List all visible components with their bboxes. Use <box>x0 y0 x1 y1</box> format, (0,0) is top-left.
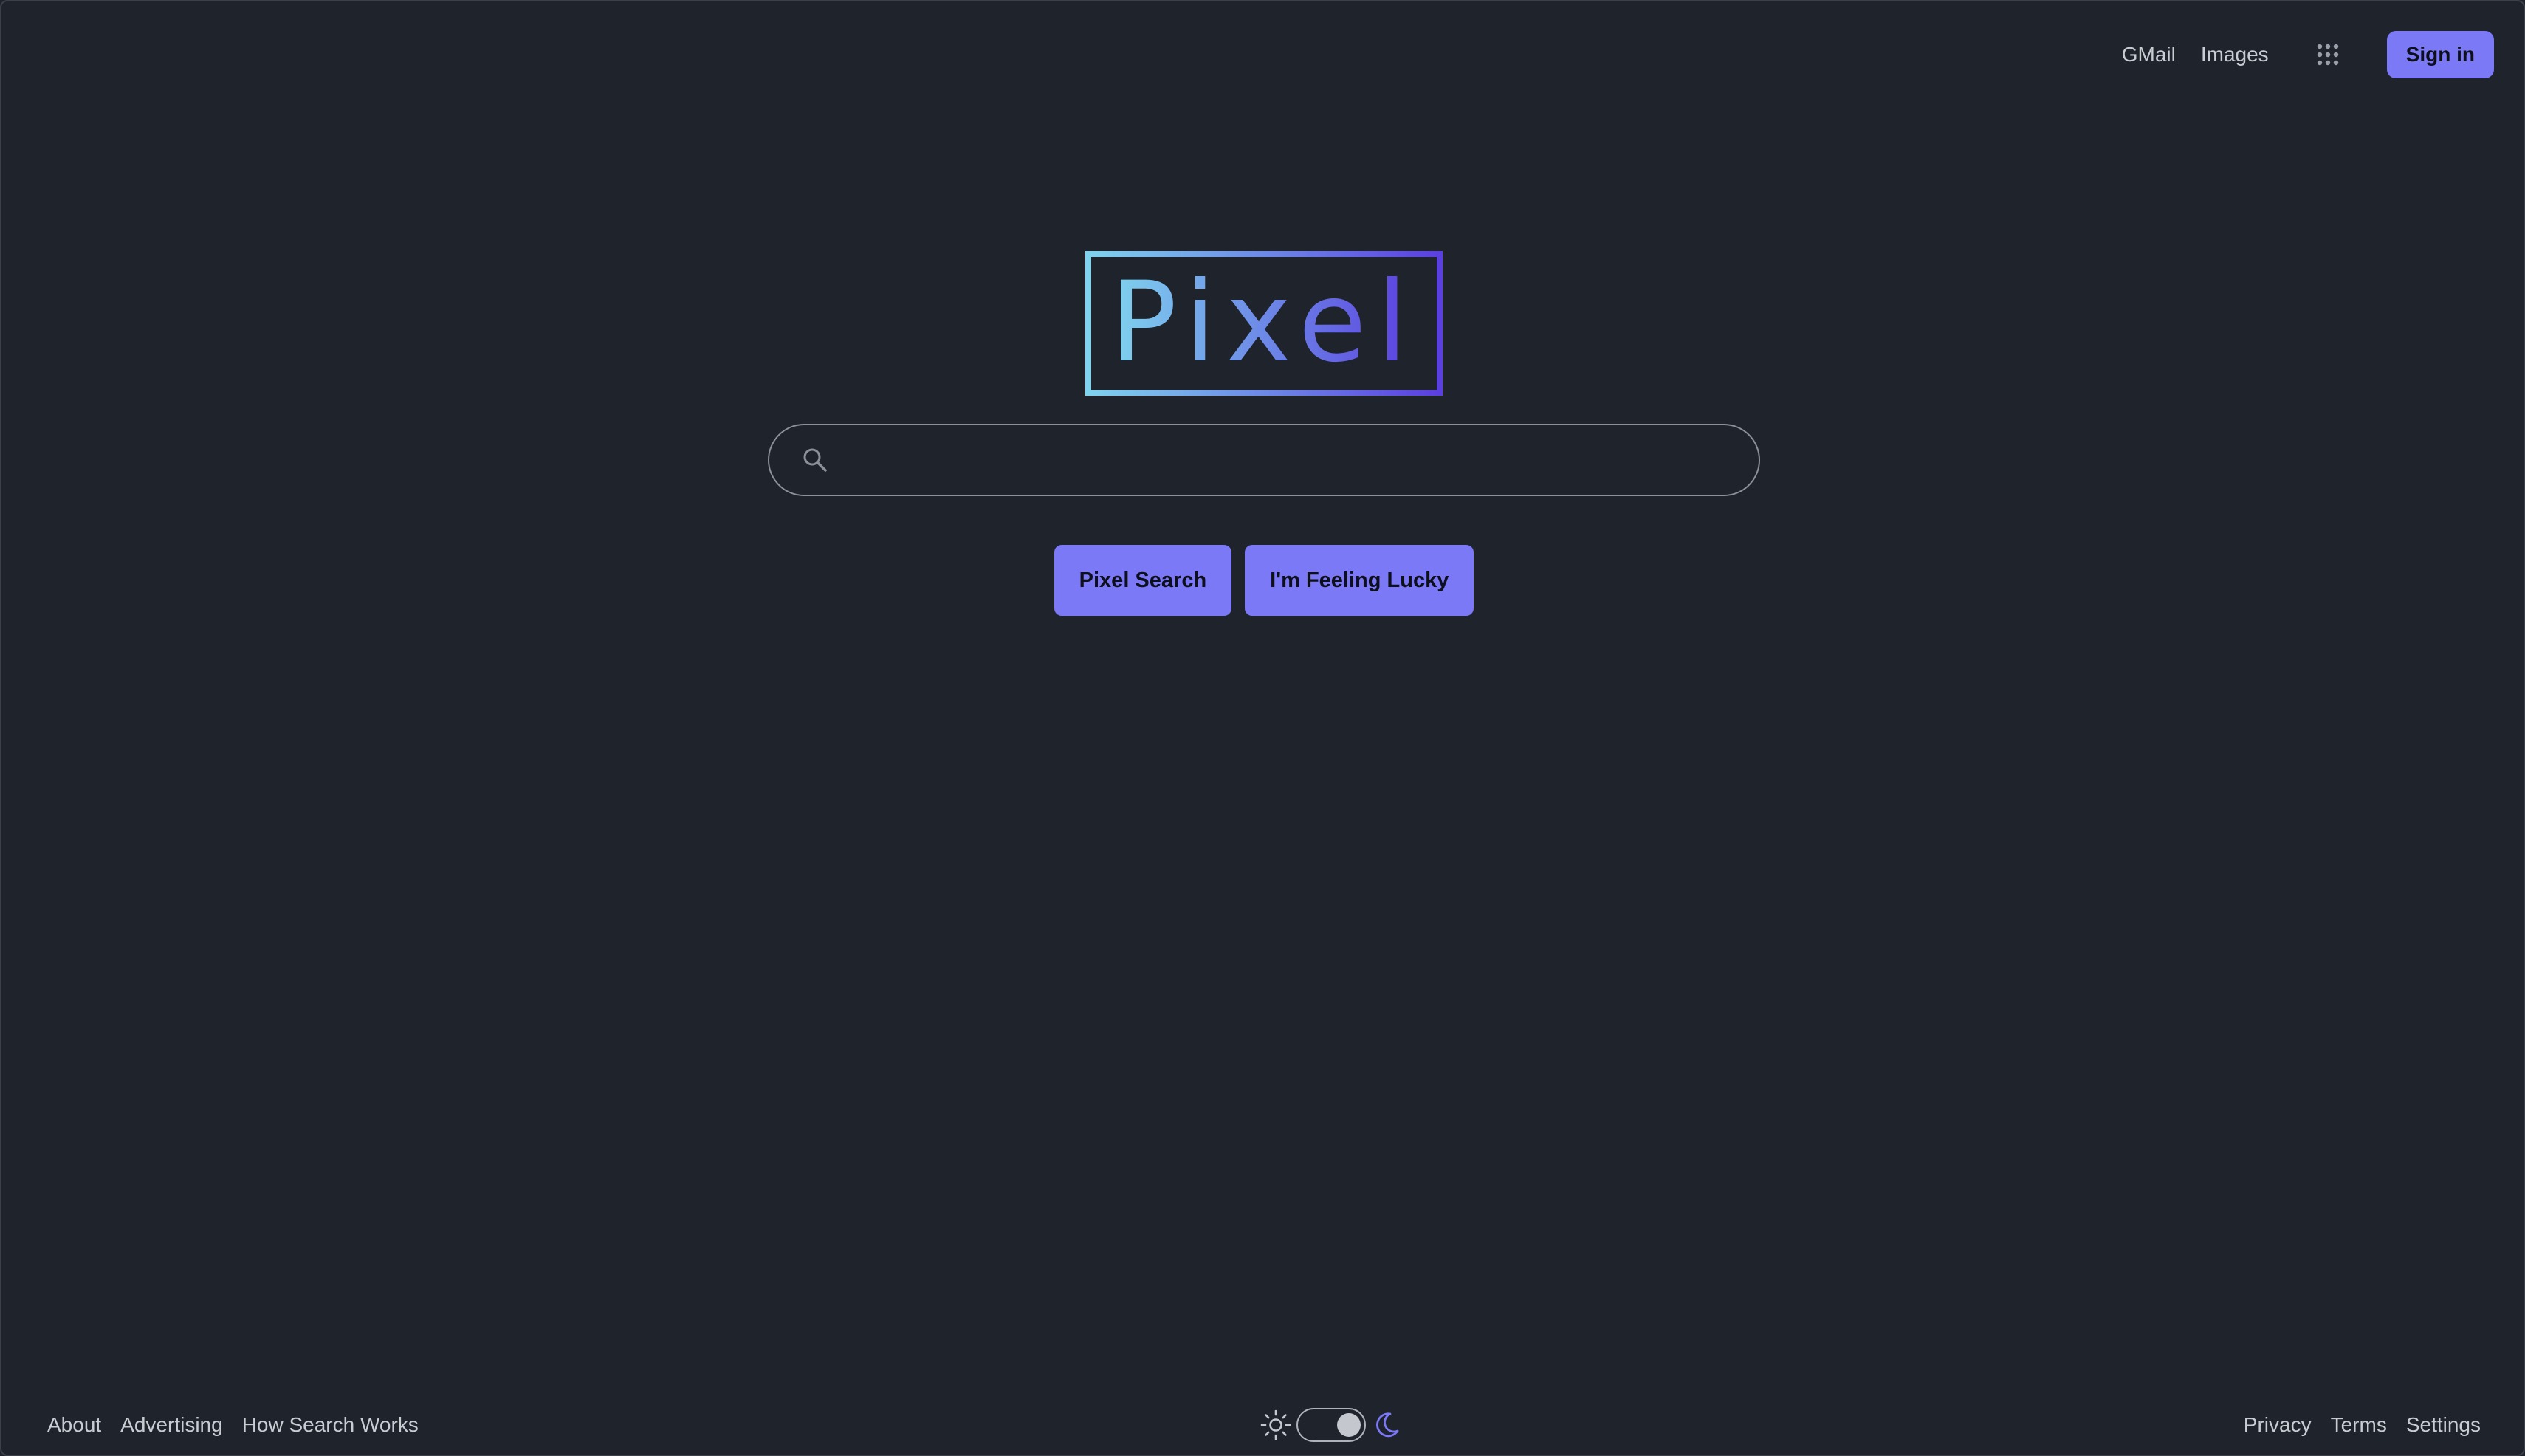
footer-link-privacy[interactable]: Privacy <box>2244 1413 2312 1437</box>
footer-link-settings[interactable]: Settings <box>2406 1413 2481 1437</box>
logo-graphic: Pixel <box>1085 251 1443 396</box>
pixel-search-button[interactable]: Pixel Search <box>1054 545 1232 616</box>
footer-link-about[interactable]: About <box>47 1413 101 1437</box>
search-box <box>768 424 1760 496</box>
footer-left-links: About Advertising How Search Works <box>47 1395 419 1455</box>
theme-toggle-switch[interactable] <box>1296 1408 1366 1442</box>
search-input[interactable] <box>845 437 1729 483</box>
theme-toggle-knob <box>1337 1413 1361 1437</box>
footer-link-advertising[interactable]: Advertising <box>120 1413 223 1437</box>
search-icon <box>803 448 827 472</box>
sign-in-button[interactable]: Sign in <box>2386 31 2494 78</box>
grid-dots-icon <box>2317 44 2338 66</box>
search-actions: Pixel Search I'm Feeling Lucky <box>1 545 2524 616</box>
logo-text: Pixel <box>1110 258 1418 387</box>
nav-link-gmail[interactable]: GMail <box>2122 43 2176 66</box>
top-nav: GMail Images Sign in <box>2122 31 2494 78</box>
nav-link-images[interactable]: Images <box>2201 43 2269 66</box>
moon-icon[interactable] <box>1370 1409 1403 1441</box>
feeling-lucky-button[interactable]: I'm Feeling Lucky <box>1245 545 1474 616</box>
theme-toggle-group <box>1260 1395 1403 1455</box>
sun-icon[interactable] <box>1260 1409 1292 1441</box>
apps-button[interactable] <box>2304 31 2351 78</box>
footer-link-how-search-works[interactable]: How Search Works <box>242 1413 419 1437</box>
footer: About Advertising How Search Works Priva… <box>1 1395 2524 1455</box>
footer-right-links: Privacy Terms Settings <box>2244 1395 2481 1455</box>
logo: Pixel <box>1085 251 1443 396</box>
footer-link-terms[interactable]: Terms <box>2331 1413 2387 1437</box>
page: GMail Images Sign in Pixel Pixel Search … <box>0 0 2525 1456</box>
